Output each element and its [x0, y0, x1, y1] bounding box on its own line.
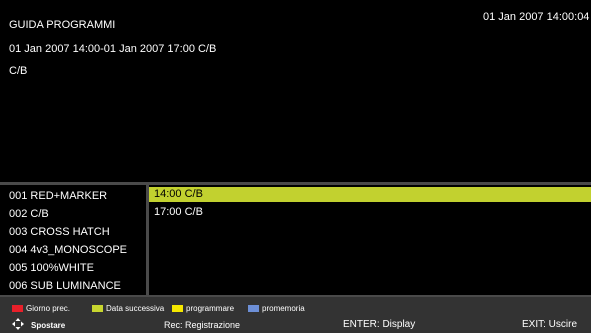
current-program-title: C/B [9, 65, 28, 77]
move-hint: Spostare [31, 321, 66, 330]
directional-pad-icon [12, 318, 24, 330]
exit-hint: EXIT: Uscire [522, 319, 578, 330]
green-key-icon [92, 304, 103, 312]
program-label: 14:00 C/B [154, 188, 203, 200]
legend-previous-day[interactable]: Giorno prec. [12, 303, 70, 313]
program-item[interactable]: 17:00 C/B [149, 205, 591, 220]
current-datetime: 01 Jan 2007 14:00:04 [483, 11, 590, 23]
page-title: GUIDA PROGRAMMI [9, 19, 116, 31]
channel-item[interactable]: 003 CROSS HATCH [9, 223, 110, 241]
blue-key-icon [248, 304, 259, 312]
legend-label: programmare [186, 303, 235, 313]
legend-schedule[interactable]: programmare [172, 303, 234, 313]
legend-label: Giorno prec. [26, 303, 71, 313]
channel-item[interactable]: 002 C/B [9, 205, 49, 223]
program-label: 17:00 C/B [154, 206, 203, 218]
legend-label: Data successiva [106, 303, 165, 313]
legend-next-day[interactable]: Data successiva [92, 303, 164, 313]
channel-item[interactable]: 005 100%WHITE [9, 259, 94, 277]
channel-item[interactable]: 006 SUB LUMINANCE [9, 277, 121, 295]
channel-list[interactable]: 001 RED+MARKER 002 C/B 003 CROSS HATCH 0… [0, 185, 146, 295]
record-hint: Rec: Registrazione [164, 320, 241, 330]
program-list[interactable]: 14:00 C/B 17:00 C/B [149, 185, 591, 295]
channel-item[interactable]: 004 4v3_MONOSCOPE [9, 241, 127, 259]
footer-divider [0, 295, 591, 297]
red-key-icon [12, 304, 23, 312]
program-item-selected[interactable]: 14:00 C/B [149, 187, 591, 202]
legend-reminder[interactable]: promemoria [248, 303, 305, 313]
channel-item[interactable]: 001 RED+MARKER [9, 187, 107, 205]
yellow-key-icon [172, 304, 183, 312]
enter-hint: ENTER: Display [343, 319, 416, 330]
legend-label: promemoria [262, 303, 305, 313]
footer-bar: Giorno prec. Data successiva programmare… [0, 295, 591, 333]
time-range: 01 Jan 2007 14:00-01 Jan 2007 17:00 C/B [9, 43, 217, 55]
